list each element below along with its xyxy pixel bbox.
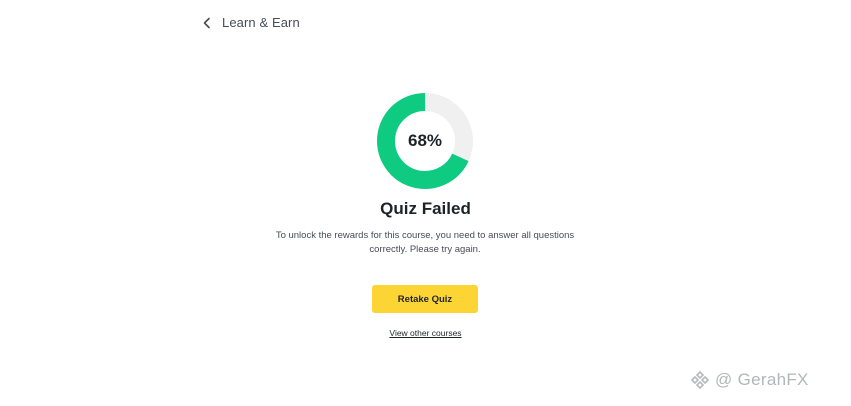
score-value: 68% <box>407 131 443 150</box>
back-link-label: Learn & Earn <box>222 14 300 30</box>
score-donut: 68% <box>377 93 473 189</box>
binance-diamond-icon <box>690 370 710 390</box>
back-link[interactable]: Learn & Earn <box>202 12 300 32</box>
retake-quiz-button[interactable]: Retake Quiz <box>372 285 478 313</box>
watermark: @ GerahFX <box>690 369 809 391</box>
result-title: Quiz Failed <box>380 199 471 218</box>
view-other-courses-link[interactable]: View other courses <box>0 328 851 338</box>
result-description: To unlock the rewards for this course, y… <box>275 230 575 255</box>
watermark-text: @ GerahFX <box>715 370 809 389</box>
chevron-left-icon <box>202 16 212 29</box>
quiz-result-page: Learn & Earn 68% Quiz Failed To unlock t… <box>0 0 851 406</box>
